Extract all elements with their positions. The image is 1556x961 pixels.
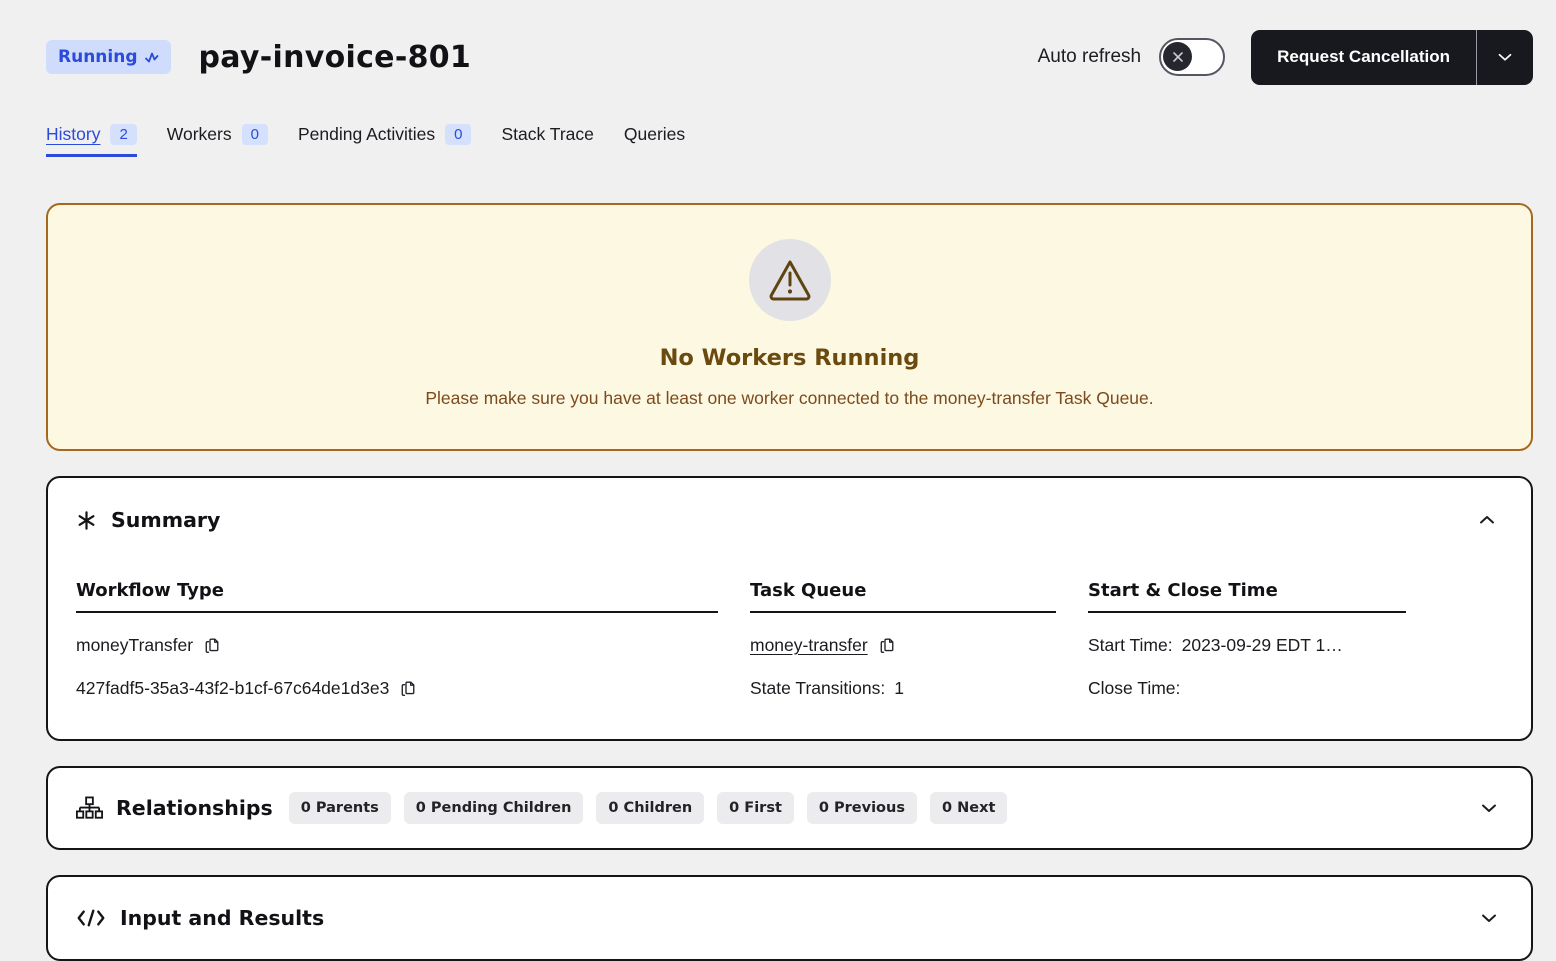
workflow-type-column: Workflow Type moneyTransfer 427fadf5-35a… — [76, 580, 718, 699]
input-results-section: Input and Results — [46, 875, 1533, 961]
status-badge-label: Running — [58, 47, 138, 67]
hierarchy-tree-icon — [76, 796, 103, 821]
pending-children-count-badge: 0 Pending Children — [404, 792, 584, 824]
warning-icon-circle — [749, 239, 831, 321]
copy-task-queue-button[interactable] — [877, 636, 896, 655]
heartbeat-pulse-icon — [145, 51, 159, 64]
relationships-title: Relationships — [116, 796, 273, 820]
code-icon — [76, 908, 106, 928]
tab-stack-trace[interactable]: Stack Trace — [501, 124, 593, 157]
tab-pending-activities-label: Pending Activities — [298, 124, 435, 145]
warning-message: Please make sure you have at least one w… — [72, 388, 1507, 409]
tab-workers[interactable]: Workers 0 — [167, 124, 268, 157]
start-time-value: 2023-09-29 EDT 1… — [1182, 635, 1343, 656]
copy-workflow-type-button[interactable] — [202, 636, 221, 655]
chevron-down-icon — [1477, 796, 1501, 820]
tab-history-label: History — [46, 124, 100, 145]
toggle-off-x-icon — [1171, 50, 1185, 64]
warning-triangle-icon — [767, 258, 813, 302]
request-cancellation-button[interactable]: Request Cancellation — [1251, 30, 1476, 85]
summary-header: Summary — [76, 504, 1503, 536]
cancellation-options-button[interactable] — [1476, 30, 1533, 85]
warning-title: No Workers Running — [72, 345, 1507, 371]
tab-stack-trace-label: Stack Trace — [501, 124, 593, 145]
copy-icon — [202, 636, 221, 655]
state-transitions-label: State Transitions: — [750, 678, 885, 699]
tab-workers-count-badge: 0 — [242, 124, 268, 145]
status-badge[interactable]: Running — [46, 40, 171, 74]
time-column: Start & Close Time Start Time: 2023-09-2… — [1088, 580, 1406, 699]
workflow-type-row: moneyTransfer — [76, 635, 718, 656]
input-results-expand-button[interactable] — [1473, 902, 1505, 934]
workflow-type-header: Workflow Type — [76, 580, 718, 613]
summary-collapse-button[interactable] — [1471, 504, 1503, 536]
tab-queries-label: Queries — [624, 124, 685, 145]
state-transitions-row: State Transitions: 1 — [750, 678, 1056, 699]
tab-pending-activities[interactable]: Pending Activities 0 — [298, 124, 472, 157]
state-transitions-value: 1 — [894, 678, 904, 699]
toggle-knob — [1163, 42, 1192, 71]
tab-history[interactable]: History 2 — [46, 124, 137, 157]
chevron-up-icon — [1475, 508, 1499, 532]
tab-queries[interactable]: Queries — [624, 124, 685, 157]
summary-grid: Workflow Type moneyTransfer 427fadf5-35a… — [76, 580, 1503, 699]
previous-count-badge: 0 Previous — [807, 792, 917, 824]
task-queue-link[interactable]: money-transfer — [750, 635, 868, 656]
chevron-down-icon — [1494, 46, 1516, 68]
summary-title: Summary — [111, 508, 220, 532]
close-time-label: Close Time: — [1088, 678, 1180, 699]
tab-pending-activities-count-badge: 0 — [445, 124, 471, 145]
tab-bar: History 2 Workers 0 Pending Activities 0… — [46, 124, 1533, 157]
input-results-title: Input and Results — [120, 906, 324, 930]
start-time-label: Start Time: — [1088, 635, 1173, 656]
start-time-row: Start Time: 2023-09-29 EDT 1… — [1088, 635, 1406, 656]
children-count-badge: 0 Children — [596, 792, 704, 824]
relationships-expand-button[interactable] — [1473, 792, 1505, 824]
copy-run-id-button[interactable] — [398, 679, 417, 698]
chevron-down-icon — [1477, 906, 1501, 930]
tab-history-count-badge: 2 — [110, 124, 136, 145]
auto-refresh-label: Auto refresh — [1038, 46, 1142, 68]
auto-refresh-toggle[interactable] — [1159, 38, 1225, 76]
task-queue-column: Task Queue money-transfer State Transiti… — [750, 580, 1056, 699]
copy-icon — [877, 636, 896, 655]
copy-icon — [398, 679, 417, 698]
run-id-row: 427fadf5-35a3-43f2-b1cf-67c64de1d3e3 — [76, 678, 718, 699]
close-time-row: Close Time: — [1088, 678, 1406, 699]
relationships-badges: 0 Parents 0 Pending Children 0 Children … — [289, 792, 1008, 824]
page-title: pay-invoice-801 — [199, 40, 472, 75]
summary-section: Summary Workflow Type moneyTransfer 427f… — [46, 476, 1533, 741]
task-queue-header: Task Queue — [750, 580, 1056, 613]
workflow-type-value: moneyTransfer — [76, 635, 193, 656]
run-id-value: 427fadf5-35a3-43f2-b1cf-67c64de1d3e3 — [76, 678, 389, 699]
no-workers-warning-banner: No Workers Running Please make sure you … — [46, 203, 1533, 451]
asterisk-icon — [76, 510, 97, 531]
tab-workers-label: Workers — [167, 124, 232, 145]
cancel-button-group: Request Cancellation — [1251, 30, 1533, 85]
parents-count-badge: 0 Parents — [289, 792, 391, 824]
first-count-badge: 0 First — [717, 792, 794, 824]
task-queue-row: money-transfer — [750, 635, 1056, 656]
relationships-section: Relationships 0 Parents 0 Pending Childr… — [46, 766, 1533, 850]
next-count-badge: 0 Next — [930, 792, 1007, 824]
workflow-detail-page: Running pay-invoice-801 Auto refresh Req… — [0, 0, 1556, 961]
page-header: Running pay-invoice-801 Auto refresh Req… — [46, 28, 1533, 86]
time-header: Start & Close Time — [1088, 580, 1406, 613]
